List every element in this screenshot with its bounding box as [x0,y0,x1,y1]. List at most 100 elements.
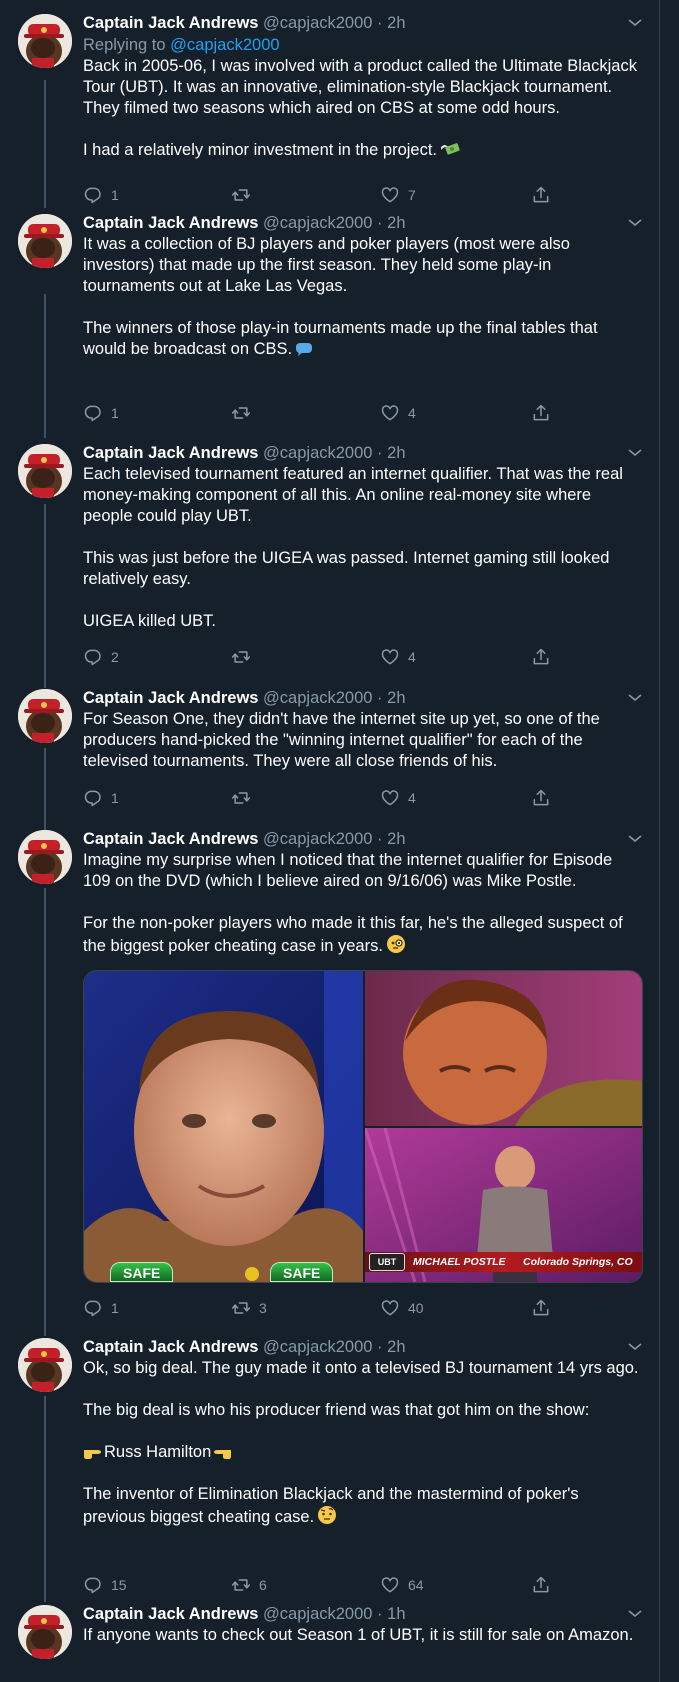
timestamp[interactable]: 2h [387,444,405,462]
reply-button[interactable]: 1 [83,1297,119,1319]
like-count: 4 [408,790,416,806]
user-handle[interactable]: @capjack2000 [263,830,372,848]
reply-button[interactable]: 15 [83,1574,127,1596]
avatar[interactable] [18,444,72,498]
safe-badge: SAFE [270,1262,334,1282]
reply-count: 1 [111,405,119,421]
timestamp[interactable]: 2h [387,1338,405,1356]
retweet-button[interactable] [231,402,259,424]
like-button[interactable]: 4 [380,646,416,668]
like-count: 4 [408,649,416,665]
like-button[interactable]: 40 [380,1297,424,1319]
share-icon [533,404,549,421]
pointing-right-emoji-icon [84,1450,101,1459]
timestamp[interactable]: 2h [387,14,405,32]
thread-line [44,294,46,438]
user-handle[interactable]: @capjack2000 [263,1338,372,1356]
retweet-button[interactable] [231,787,259,809]
thread-line [44,80,46,208]
avatar[interactable] [18,1338,72,1392]
tweet-paragraph: The winners of those play-in tournaments… [83,319,603,358]
media-grid[interactable]: SAFE SAFE UBT MICHAEL POSTLE Colorado Sp… [83,970,643,1283]
chevron-down-icon[interactable] [627,690,643,706]
separator-dot: · [377,1605,383,1623]
thread-line [44,504,46,688]
replying-to: Replying to @capjack2000 [83,34,643,56]
like-button[interactable]: 4 [380,402,416,424]
media-photo-left-image [84,971,363,1282]
tweet-paragraph: The inventor of Elimination Blackjack an… [83,1485,584,1526]
separator-dot: · [377,830,383,848]
avatar-image [18,444,72,498]
reply-count: 1 [111,1300,119,1316]
separator-dot: · [377,214,383,232]
avatar[interactable] [18,14,72,68]
chevron-down-icon[interactable] [627,15,643,31]
display-name[interactable]: Captain Jack Andrews [83,1338,258,1356]
tweet-text: Each televised tournament featured an in… [83,464,643,632]
tweet-text: Imagine my surprise when I noticed that … [83,850,643,957]
user-handle[interactable]: @capjack2000 [263,214,372,232]
chevron-down-icon[interactable] [627,1339,643,1355]
retweet-button[interactable]: 3 [231,1297,267,1319]
avatar[interactable] [18,1605,72,1659]
reply-button[interactable]: 1 [83,184,119,206]
avatar[interactable] [18,214,72,268]
share-button[interactable] [531,1297,551,1319]
reply-icon [84,649,101,666]
chevron-down-icon[interactable] [627,445,643,461]
share-button[interactable] [531,1574,551,1596]
caption-place: Colorado Springs, CO [523,1256,633,1268]
tweet-header: Captain Jack Andrews @capjack2000 · 2h [83,828,643,850]
money-with-wings-emoji-icon [441,143,460,155]
media-photo-bottom-right[interactable]: UBT MICHAEL POSTLE Colorado Springs, CO [365,1128,642,1282]
user-handle[interactable]: @capjack2000 [263,444,372,462]
tweet-text: If anyone wants to check out Season 1 of… [83,1625,643,1646]
reply-count: 2 [111,649,119,665]
display-name[interactable]: Captain Jack Andrews [83,14,258,32]
reply-icon [84,187,101,204]
timestamp[interactable]: 2h [387,830,405,848]
avatar[interactable] [18,830,72,884]
chevron-down-icon[interactable] [627,831,643,847]
reply-button[interactable]: 1 [83,787,119,809]
retweet-count: 6 [259,1577,267,1593]
user-handle[interactable]: @capjack2000 [263,689,372,707]
avatar[interactable] [18,689,72,743]
tweet-paragraph: Each televised tournament featured an in… [83,465,628,525]
display-name[interactable]: Captain Jack Andrews [83,830,258,848]
share-icon [533,1299,549,1316]
share-button[interactable] [531,184,551,206]
display-name[interactable]: Captain Jack Andrews [83,1605,258,1623]
display-name[interactable]: Captain Jack Andrews [83,444,258,462]
reply-button[interactable]: 2 [83,646,119,668]
user-handle[interactable]: @capjack2000 [263,14,372,32]
timestamp[interactable]: 2h [387,689,405,707]
share-button[interactable] [531,402,551,424]
like-button[interactable]: 7 [380,184,416,206]
media-photo-left[interactable]: SAFE SAFE [84,971,363,1282]
timestamp[interactable]: 2h [387,214,405,232]
share-button[interactable] [531,787,551,809]
separator-dot: · [377,1338,383,1356]
retweet-button[interactable] [231,646,259,668]
media-photo-top-right[interactable] [365,971,642,1126]
display-name[interactable]: Captain Jack Andrews [83,689,258,707]
timestamp[interactable]: 1h [387,1605,405,1623]
user-handle[interactable]: @capjack2000 [263,1605,372,1623]
tweet-header: Captain Jack Andrews @capjack2000 · 2h [83,212,643,234]
separator-dot: · [377,689,383,707]
reply-button[interactable]: 1 [83,402,119,424]
display-name[interactable]: Captain Jack Andrews [83,214,258,232]
tweet-actions: 1 4 [83,787,563,809]
retweet-button[interactable]: 6 [231,1574,267,1596]
chevron-down-icon[interactable] [627,1606,643,1622]
like-button[interactable]: 4 [380,787,416,809]
share-button[interactable] [531,646,551,668]
tweet-actions: 2 4 [83,646,563,668]
retweet-button[interactable] [231,184,259,206]
avatar-image [18,689,72,743]
replying-to-handle[interactable]: @capjack2000 [170,36,279,54]
chevron-down-icon[interactable] [627,215,643,231]
like-button[interactable]: 64 [380,1574,424,1596]
